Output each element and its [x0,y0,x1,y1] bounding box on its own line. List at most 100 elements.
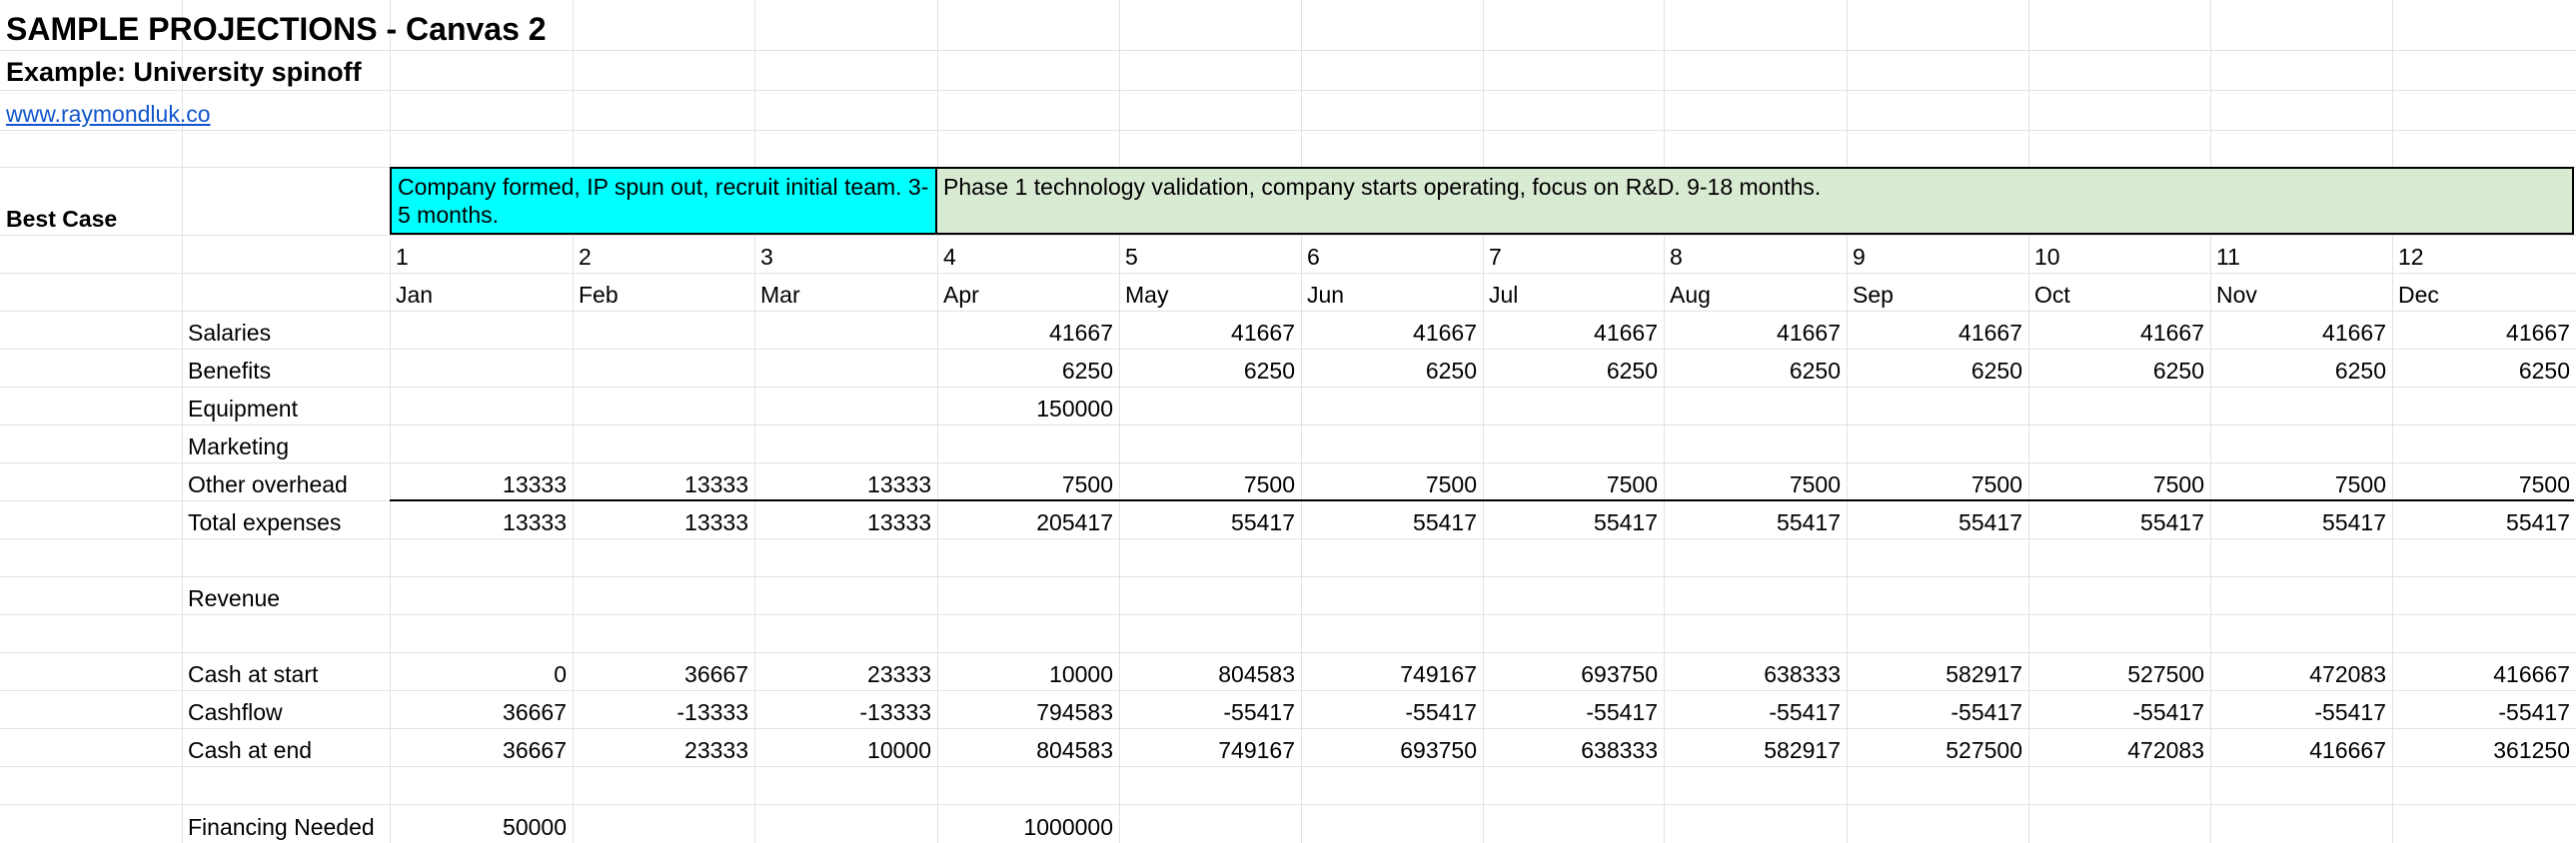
row-label-cell[interactable]: Equipment [182,387,390,424]
value-cell[interactable]: -55417 [1483,690,1664,728]
value-cell[interactable] [754,614,937,652]
value-cell[interactable]: 41667 [1301,311,1483,349]
value-cell[interactable]: 55417 [1664,500,1847,538]
value-cell[interactable] [2392,804,2576,843]
month-name-cell[interactable]: Sep [1847,273,2028,311]
row-label-cell[interactable]: Financing Needed [182,804,390,843]
value-cell[interactable] [2210,387,2392,424]
value-cell[interactable]: 6250 [2210,349,2392,387]
value-cell[interactable] [2210,538,2392,576]
value-cell[interactable] [1119,766,1301,804]
value-cell[interactable]: 804583 [937,728,1119,766]
value-cell[interactable]: 6250 [1119,349,1301,387]
sheet-title[interactable]: SAMPLE PROJECTIONS - Canvas 2 [0,0,600,50]
value-cell[interactable] [1664,387,1847,424]
value-cell[interactable] [1119,614,1301,652]
value-cell[interactable] [754,804,937,843]
value-cell[interactable] [1847,804,2028,843]
value-cell[interactable] [390,424,573,462]
value-cell[interactable] [1664,424,1847,462]
value-cell[interactable] [1483,424,1664,462]
value-cell[interactable]: 749167 [1119,728,1301,766]
value-cell[interactable] [1119,576,1301,614]
value-cell[interactable]: 6250 [1847,349,2028,387]
value-cell[interactable]: 10000 [937,652,1119,690]
month-name-cell[interactable]: Apr [937,273,1119,311]
value-cell[interactable] [1664,538,1847,576]
value-cell[interactable] [390,538,573,576]
month-name-cell[interactable]: Nov [2210,273,2392,311]
website-link[interactable]: www.raymondluk.co [6,101,211,128]
value-cell[interactable]: -55417 [2210,690,2392,728]
value-cell[interactable]: 13333 [754,500,937,538]
value-cell[interactable]: 6250 [2392,349,2576,387]
value-cell[interactable]: 7500 [2210,462,2392,500]
website-link-cell[interactable]: www.raymondluk.co [0,90,400,130]
value-cell[interactable]: 41667 [2392,311,2576,349]
value-cell[interactable] [754,424,937,462]
month-name-cell[interactable]: Oct [2028,273,2210,311]
value-cell[interactable] [937,538,1119,576]
value-cell[interactable]: -55417 [2028,690,2210,728]
row-label-cell[interactable]: Cash at start [182,652,390,690]
value-cell[interactable] [754,576,937,614]
value-cell[interactable] [1483,538,1664,576]
value-cell[interactable] [2028,576,2210,614]
value-cell[interactable] [573,387,754,424]
value-cell[interactable]: -55417 [1119,690,1301,728]
value-cell[interactable] [1301,538,1483,576]
value-cell[interactable] [573,424,754,462]
value-cell[interactable]: 36667 [390,728,573,766]
value-cell[interactable]: 7500 [1483,462,1664,500]
value-cell[interactable] [1119,538,1301,576]
month-name-cell[interactable]: Feb [573,273,754,311]
month-number-cell[interactable]: 12 [2392,235,2576,273]
value-cell[interactable]: 36667 [573,652,754,690]
value-cell[interactable] [1847,387,2028,424]
value-cell[interactable] [573,349,754,387]
value-cell[interactable] [937,576,1119,614]
value-cell[interactable] [573,766,754,804]
month-number-cell[interactable]: 4 [937,235,1119,273]
row-label-cell[interactable]: Cashflow [182,690,390,728]
value-cell[interactable] [1483,766,1664,804]
month-number-cell[interactable]: 9 [1847,235,2028,273]
value-cell[interactable] [1119,387,1301,424]
value-cell[interactable]: 150000 [937,387,1119,424]
value-cell[interactable] [1847,424,2028,462]
value-cell[interactable] [1664,576,1847,614]
month-name-cell[interactable]: Mar [754,273,937,311]
month-number-cell[interactable]: 11 [2210,235,2392,273]
value-cell[interactable] [1664,804,1847,843]
value-cell[interactable]: 693750 [1301,728,1483,766]
value-cell[interactable] [573,804,754,843]
month-name-cell[interactable]: Jul [1483,273,1664,311]
value-cell[interactable] [2210,576,2392,614]
value-cell[interactable] [1847,576,2028,614]
row-label-cell[interactable]: Salaries [182,311,390,349]
month-number-cell[interactable]: 2 [573,235,754,273]
row-label-cell[interactable]: Benefits [182,349,390,387]
value-cell[interactable] [1301,576,1483,614]
value-cell[interactable] [573,311,754,349]
value-cell[interactable]: 582917 [1664,728,1847,766]
month-number-cell[interactable]: 8 [1664,235,1847,273]
sheet-subtitle[interactable]: Example: University spinoff [0,50,500,90]
value-cell[interactable]: 13333 [573,462,754,500]
value-cell[interactable]: 13333 [390,462,573,500]
month-number-cell[interactable]: 5 [1119,235,1301,273]
value-cell[interactable]: 41667 [1664,311,1847,349]
scenario-label[interactable]: Best Case [0,167,182,235]
value-cell[interactable]: 794583 [937,690,1119,728]
value-cell[interactable]: 13333 [573,500,754,538]
value-cell[interactable] [937,424,1119,462]
value-cell[interactable] [1119,804,1301,843]
value-cell[interactable] [754,349,937,387]
month-number-cell[interactable]: 3 [754,235,937,273]
value-cell[interactable] [2392,538,2576,576]
value-cell[interactable] [1847,766,2028,804]
value-cell[interactable]: 55417 [1483,500,1664,538]
row-label-cell[interactable]: Other overhead [182,462,390,500]
value-cell[interactable]: 6250 [1301,349,1483,387]
month-number-cell[interactable]: 1 [390,235,573,273]
